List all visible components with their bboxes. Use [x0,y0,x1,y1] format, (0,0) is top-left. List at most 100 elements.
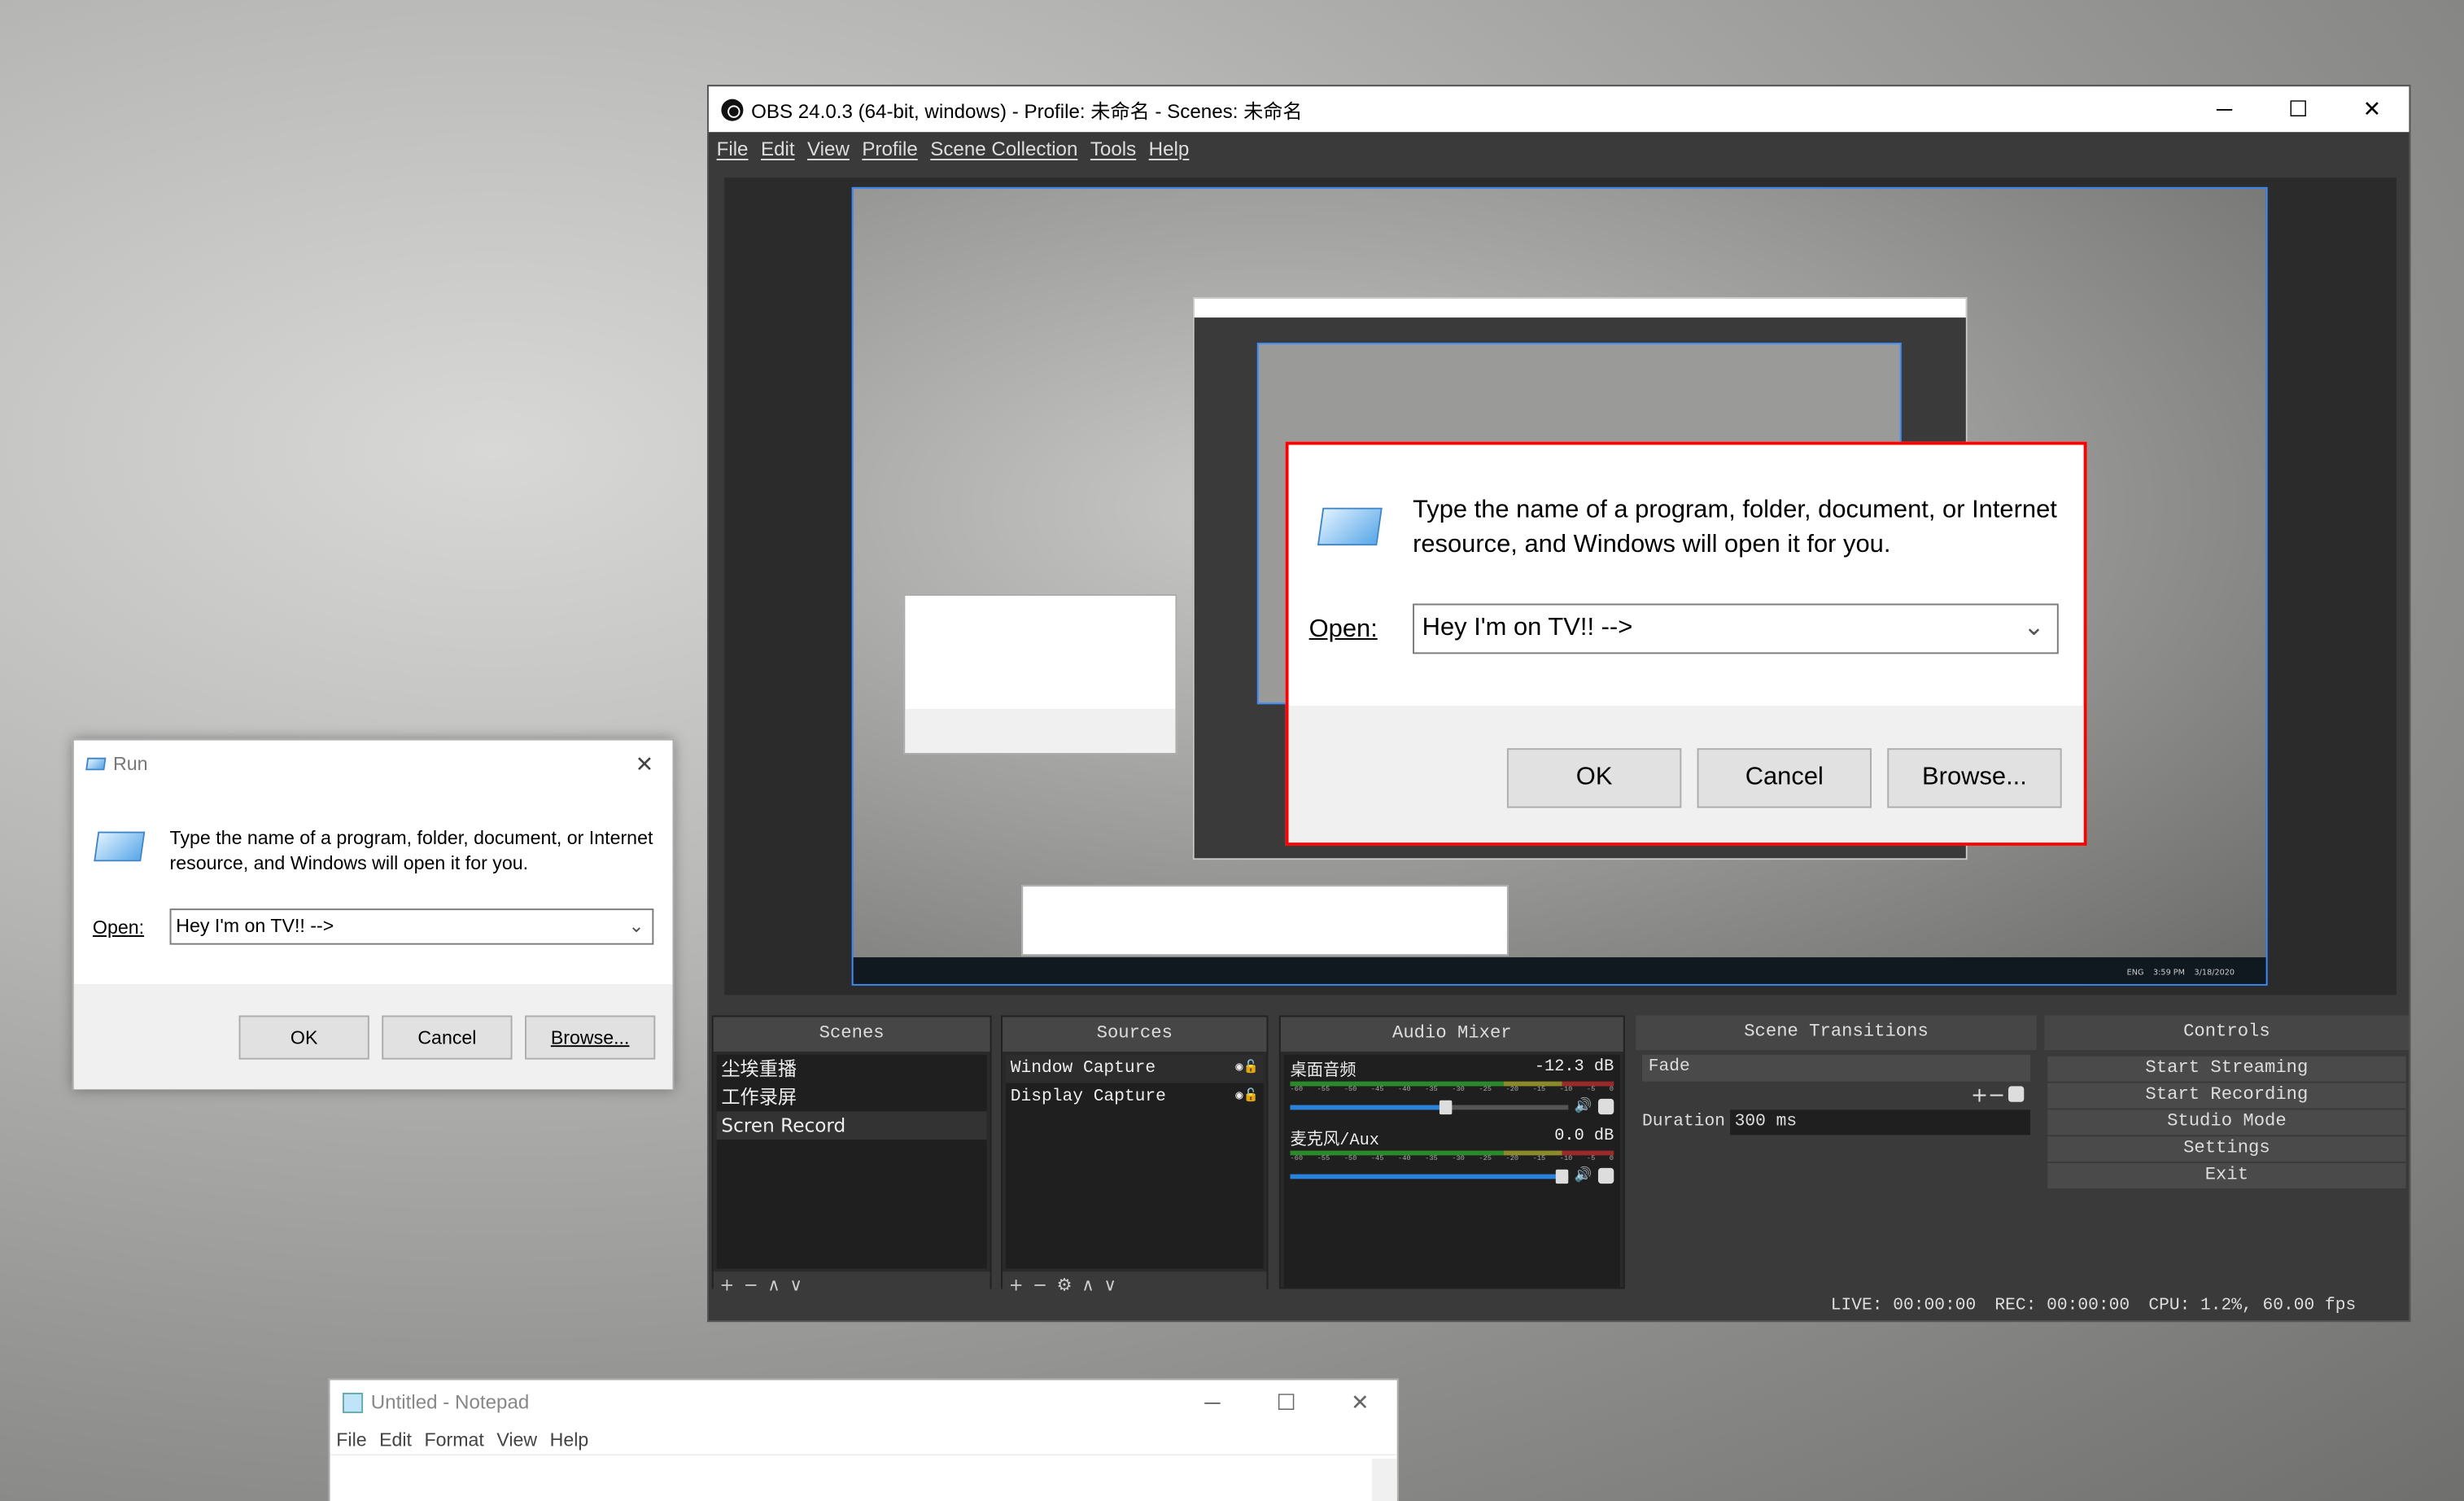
remove-scene-button[interactable]: − [744,1274,758,1294]
run-message: Type the name of a program, folder, docu… [169,826,653,874]
scene-transitions-header: Scene Transitions [1636,1015,2037,1050]
menu-file[interactable]: File [717,138,749,160]
remove-transition-button[interactable]: − [1988,1084,2005,1108]
obs-title-bar: OBS 24.0.3 (64-bit, windows) - Profile: … [708,86,2409,133]
studio-mode-button[interactable]: Studio Mode [2047,1109,2406,1136]
menu-scene-collection[interactable]: Scene Collection [930,138,1077,160]
source-name: Display Capture [1010,1087,1166,1107]
move-scene-up-button[interactable]: ∧ [767,1274,780,1294]
audio-mixer-header: Audio Mixer [1280,1017,1623,1052]
cpu-fps: CPU: 1.2%, 60.00 fps [2148,1297,2357,1316]
status-bar: LIVE: 00:00:00 REC: 00:00:00 CPU: 1.2%, … [1831,1297,2357,1315]
chevron-down-icon[interactable]: ⌄ [628,910,644,943]
meter-tick-label: -30 [1452,1155,1465,1164]
transition-select[interactable]: Fade [1642,1054,2031,1082]
exit-button[interactable]: Exit [2047,1163,2406,1188]
nested-run-dialog [903,593,1177,755]
run-program-icon [1317,507,1383,546]
add-scene-button[interactable]: + [719,1274,734,1294]
channel-level: 0.0 dB [1554,1127,1614,1146]
close-button[interactable]: ✕ [2335,86,2409,132]
minimize-button[interactable]: ─ [2187,86,2261,132]
start-recording-button[interactable]: Start Recording [2047,1083,2406,1109]
meter-tick-label: -20 [1505,1155,1519,1164]
notepad-menu-format[interactable]: Format [424,1424,483,1455]
maximize-button[interactable]: ☐ [2261,86,2335,132]
audio-mixer-dock: Audio Mixer 桌面音频 -12.3 dB -60 -55 -50 -45 -40… [1278,1015,1625,1289]
menu-edit[interactable]: Edit [761,138,795,160]
scene-transitions-dock: Scene Transitions Fade +− Duration 300 m… [1636,1015,2037,1289]
preview-canvas[interactable]: ENG 3:59 PM 3/18/2020 Type the name of a… [851,186,2268,986]
settings-button[interactable]: Settings [2047,1136,2406,1162]
start-streaming-button[interactable]: Start Streaming [2047,1056,2406,1082]
meter-tick-label: -45 [1370,1086,1384,1095]
taskbar-lang: ENG [2126,967,2144,978]
meter-tick-label: -45 [1370,1155,1384,1164]
meter-tick-label: -25 [1479,1155,1492,1164]
scene-item-selected[interactable]: Scren Record [716,1111,987,1140]
captured-cancel-button: Cancel [1697,748,1872,808]
notepad-menu-view[interactable]: View [496,1424,537,1455]
meter-tick-label: -10 [1559,1086,1573,1095]
move-source-up-button[interactable]: ∧ [1081,1274,1094,1294]
run-browse-button[interactable]: Browse... [524,1015,656,1060]
notepad-maximize-button[interactable]: ☐ [1249,1381,1323,1424]
notepad-window: Untitled - Notepad ─ ☐ ✕ File Edit Format … [328,1378,1399,1501]
source-item[interactable]: Window Capture ◉🔓 [1005,1054,1264,1083]
visibility-eye-icon[interactable]: ◉🔓 [1235,1083,1259,1112]
captured-open-combo: Hey I'm on TV!! --> ⌄ [1413,603,2059,654]
duration-input[interactable]: 300 ms [1729,1109,2031,1136]
notepad-menu-file[interactable]: File [336,1424,366,1455]
meter-tick-label: -50 [1343,1155,1357,1164]
move-source-down-button[interactable]: ∨ [1103,1274,1116,1294]
speaker-mute-icon[interactable]: 🔊 [1575,1099,1592,1114]
menu-help[interactable]: Help [1149,138,1190,160]
notepad-minimize-button[interactable]: ─ [1175,1381,1249,1424]
source-properties-gear-icon[interactable]: ⚙ [1057,1274,1073,1294]
volume-slider[interactable] [1290,1168,1568,1184]
meter-tick-label: -15 [1532,1086,1546,1095]
taskbar-date: 3/18/2020 [2194,967,2235,978]
volume-slider[interactable] [1290,1099,1568,1114]
obs-title: OBS 24.0.3 (64-bit, windows) - Profile: … [751,100,1303,123]
channel-name: 桌面音频 [1290,1062,1357,1082]
speaker-mute-icon[interactable]: 🔊 [1575,1168,1592,1184]
meter-tick-label: -50 [1343,1086,1357,1095]
notepad-close-button[interactable]: ✕ [1323,1381,1397,1424]
source-item[interactable]: Display Capture ◉🔓 [1006,1083,1264,1112]
meter-tick-label: -20 [1505,1086,1519,1095]
duration-label: Duration [1642,1113,1726,1132]
captured-run-message: Type the name of a program, folder, docu… [1413,497,2057,558]
run-program-icon [94,831,146,862]
audio-channel: 麦克风/Aux 0.0 dB -60 -55 -50 -45 -40 -35 -30 -25 -2… [1290,1127,1614,1184]
add-transition-button[interactable]: + [1971,1084,1988,1108]
scene-item[interactable]: 工作录屏 [717,1083,987,1112]
meter-tick-label: -55 [1317,1086,1330,1095]
visibility-eye-icon[interactable]: ◉🔓 [1235,1055,1259,1083]
meter-tick-label: -5 [1586,1155,1596,1164]
controls-dock: Controls Start Streaming Start Recording… [2044,1015,2409,1289]
run-open-value: Hey I'm on TV!! --> [176,914,334,937]
menu-view[interactable]: View [807,138,850,160]
remove-source-button[interactable]: − [1033,1274,1047,1294]
channel-settings-gear-icon[interactable] [1597,1167,1614,1184]
run-open-combo[interactable]: Hey I'm on TV!! --> ⌄ [169,908,654,945]
add-source-button[interactable]: + [1009,1274,1024,1294]
move-scene-down-button[interactable]: ∨ [789,1274,802,1294]
source-name: Window Capture [1010,1059,1156,1079]
meter-tick-label: -40 [1397,1155,1411,1164]
transition-settings-gear-icon[interactable] [2007,1086,2025,1102]
taskbar-time: 3:59 PM [2153,967,2185,978]
run-cancel-button[interactable]: Cancel [382,1015,513,1060]
selected-source-run-capture[interactable]: Type the name of a program, folder, docu… [1285,441,2087,846]
channel-settings-gear-icon[interactable] [1597,1098,1614,1115]
run-close-button[interactable]: ✕ [636,750,654,777]
notepad-menu-help[interactable]: Help [550,1424,589,1455]
scene-item[interactable]: 尘埃重播 [717,1055,987,1083]
notepad-scrollbar[interactable] [1371,1459,1397,1501]
menu-tools[interactable]: Tools [1090,138,1136,160]
menu-profile[interactable]: Profile [862,138,917,160]
run-ok-button[interactable]: OK [238,1015,369,1060]
notepad-menu-edit[interactable]: Edit [379,1424,412,1455]
notepad-icon [342,1392,364,1413]
